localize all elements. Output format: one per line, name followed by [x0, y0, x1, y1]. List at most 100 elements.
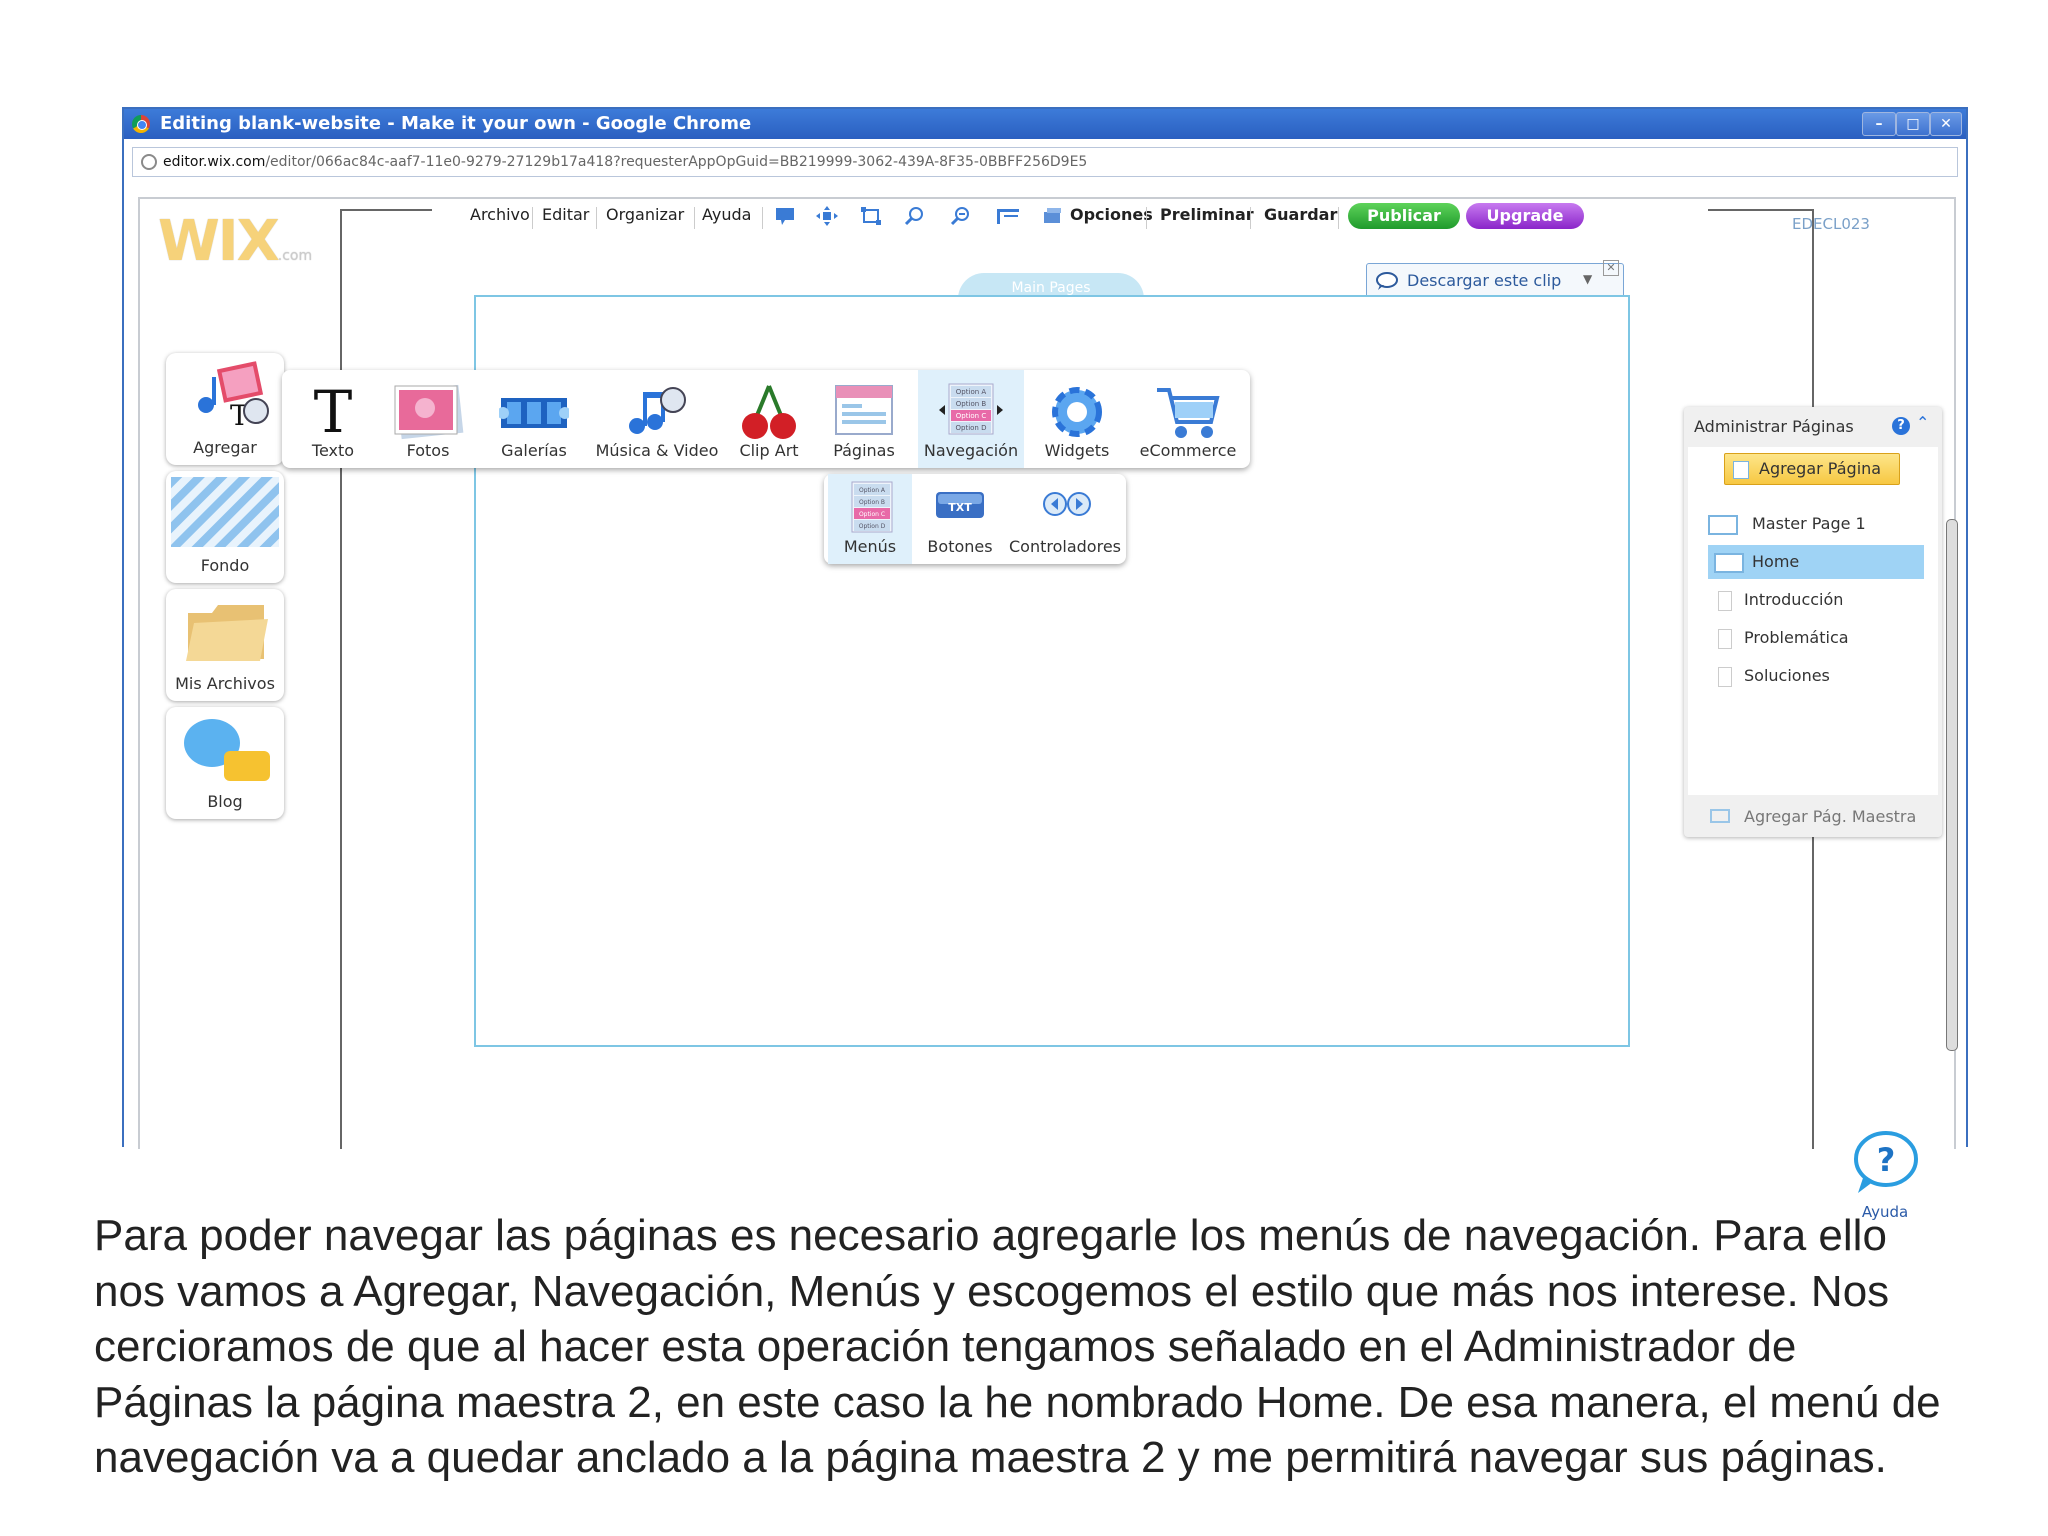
background-panel-button[interactable]: Fondo — [166, 471, 284, 583]
add-pages-item[interactable]: Páginas — [818, 370, 910, 468]
toolbar-divider — [1146, 207, 1147, 229]
arrows-icon — [1043, 492, 1091, 516]
page-item-master-1[interactable]: Master Page 1 — [1708, 507, 1924, 541]
my-files-button[interactable]: Mis Archivos — [166, 589, 284, 701]
upgrade-button[interactable]: Upgrade — [1466, 203, 1584, 229]
chat-icon — [1376, 272, 1398, 290]
svg-text:TXT: TXT — [948, 501, 972, 514]
navigation-menu-icon: Option A Option B Option C Option D — [939, 383, 1003, 435]
help-button[interactable]: ? Ayuda — [1850, 1129, 1920, 1221]
toolbar-divider — [762, 207, 763, 229]
svg-text:T: T — [314, 382, 353, 438]
title-bar: Editing blank-website - Make it your own… — [124, 109, 1966, 139]
toolbar-divider — [694, 207, 695, 229]
blog-icon — [184, 719, 270, 781]
gear-icon — [1052, 387, 1102, 437]
maximize-button[interactable]: □ — [1896, 112, 1930, 136]
page-icon — [1718, 667, 1732, 687]
controllers-item[interactable]: Controladores — [1008, 474, 1122, 564]
my-files-label: Mis Archivos — [175, 674, 275, 693]
add-panel-button[interactable]: T Agregar — [166, 353, 284, 465]
download-clip-button[interactable]: Descargar este clip ▼ ✕ — [1366, 260, 1624, 299]
url-path: /editor/066ac84c-aaf7-11e0-9279-27129b17… — [265, 154, 1088, 170]
menus-icon: Option A Option B Option C Option D — [851, 481, 893, 533]
menu-editar[interactable]: Editar — [542, 205, 589, 224]
question-bubble-icon: ? — [1854, 1131, 1918, 1193]
toolbar-divider — [596, 207, 597, 229]
add-navigation-item[interactable]: Option A Option B Option C Option D Nave… — [918, 370, 1024, 468]
menu-ayuda[interactable]: Ayuda — [702, 205, 751, 224]
add-page-button[interactable]: Agregar Página — [1724, 453, 1900, 485]
add-galleries-item[interactable]: Galerías — [482, 370, 586, 468]
dropdown-arrow-icon[interactable]: ▼ — [1583, 262, 1592, 296]
buttons-item[interactable]: TXT Botones — [916, 474, 1004, 564]
pages-list: Agregar Página Master Page 1 Home Introd… — [1688, 447, 1938, 795]
add-label: Agregar — [193, 438, 257, 457]
add-text-item[interactable]: T Texto — [288, 370, 378, 468]
ruler-icon[interactable] — [996, 206, 1019, 226]
page-icon — [1733, 461, 1749, 479]
save-button[interactable]: Guardar — [1264, 205, 1337, 224]
help-icon[interactable]: ? — [1892, 417, 1910, 435]
comment-icon[interactable] — [774, 206, 796, 226]
shopping-cart-icon — [1157, 388, 1220, 438]
page-item-soluciones[interactable]: Soluciones — [1708, 659, 1924, 693]
add-ecommerce-item[interactable]: eCommerce — [1130, 370, 1246, 468]
add-elements-menu: T Texto Fotos Galerías Música & Video Cl… — [282, 370, 1250, 468]
toolbar-divider — [1250, 207, 1251, 229]
svg-text:Option A: Option A — [956, 388, 987, 396]
caption-line: Páginas la página maestra 2, en este cas… — [94, 1377, 1941, 1427]
settings-icon[interactable] — [1042, 206, 1064, 226]
menu-organizar[interactable]: Organizar — [606, 205, 684, 224]
publish-button[interactable]: Publicar — [1348, 203, 1460, 229]
blog-label: Blog — [207, 792, 243, 811]
pages-panel-title: Administrar Páginas — [1694, 417, 1854, 436]
close-clip-icon[interactable]: ✕ — [1603, 260, 1619, 276]
preview-button[interactable]: Preliminar — [1160, 205, 1254, 224]
wix-editor: WIX.com Archivo Editar Organizar Ayuda O… — [138, 197, 1958, 1221]
pages-icon — [835, 385, 893, 435]
add-master-page-button[interactable]: Agregar Pág. Maestra — [1710, 803, 1930, 831]
scrollbar[interactable] — [1946, 519, 1958, 1051]
add-clip-art-item[interactable]: Clip Art — [726, 370, 812, 468]
collapse-icon[interactable]: ⌃ — [1916, 413, 1929, 432]
cherry-icon — [742, 385, 796, 439]
music-video-icon — [629, 387, 686, 434]
caption-line: Para poder navegar las páginas es necesa… — [94, 1211, 1887, 1260]
menus-item[interactable]: Option A Option B Option C Option D Menú… — [828, 474, 912, 564]
svg-text:Option C: Option C — [859, 511, 885, 518]
svg-text:Option A: Option A — [859, 487, 886, 494]
svg-text:?: ? — [1877, 1141, 1896, 1179]
page-item-introduccion[interactable]: Introducción — [1708, 583, 1924, 617]
master-page-icon — [1714, 553, 1744, 573]
minimize-button[interactable]: – — [1862, 112, 1896, 136]
svg-text:Option B: Option B — [859, 499, 885, 506]
zoom-in-icon[interactable] — [950, 206, 972, 226]
caption-line: navegación va a quedar anclado a la pági… — [94, 1433, 1887, 1482]
page-icon — [1718, 629, 1732, 649]
zoom-out-icon[interactable] — [904, 206, 926, 226]
photos-icon — [394, 384, 464, 440]
pages-manager-panel: Administrar Páginas ? ⌃ Agregar Página M… — [1684, 407, 1942, 837]
navigation-submenu: Option A Option B Option C Option D Menú… — [824, 474, 1126, 564]
folder-icon — [186, 605, 268, 661]
close-button[interactable]: ✕ — [1930, 112, 1962, 136]
globe-icon — [141, 154, 157, 170]
resize-icon[interactable] — [860, 206, 882, 226]
button-icon: TXT — [936, 492, 984, 518]
add-photos-item[interactable]: Fotos — [382, 370, 474, 468]
svg-text:Option D: Option D — [859, 523, 886, 530]
blog-button[interactable]: Blog — [166, 707, 284, 819]
master-page-icon — [1710, 809, 1730, 823]
page-icon — [1718, 591, 1732, 611]
add-widgets-item[interactable]: Widgets — [1032, 370, 1122, 468]
move-icon[interactable] — [816, 206, 838, 226]
stage-border-top-right — [1708, 209, 1812, 211]
page-item-problematica[interactable]: Problemática — [1708, 621, 1924, 655]
menu-archivo[interactable]: Archivo — [470, 205, 530, 224]
page-item-home[interactable]: Home — [1708, 545, 1924, 579]
add-music-video-item[interactable]: Música & Video — [594, 370, 720, 468]
options-menu[interactable]: Opciones — [1070, 205, 1153, 224]
address-bar[interactable]: editor.wix.com/editor/066ac84c-aaf7-11e0… — [132, 147, 1958, 177]
gallery-icon — [499, 398, 569, 428]
